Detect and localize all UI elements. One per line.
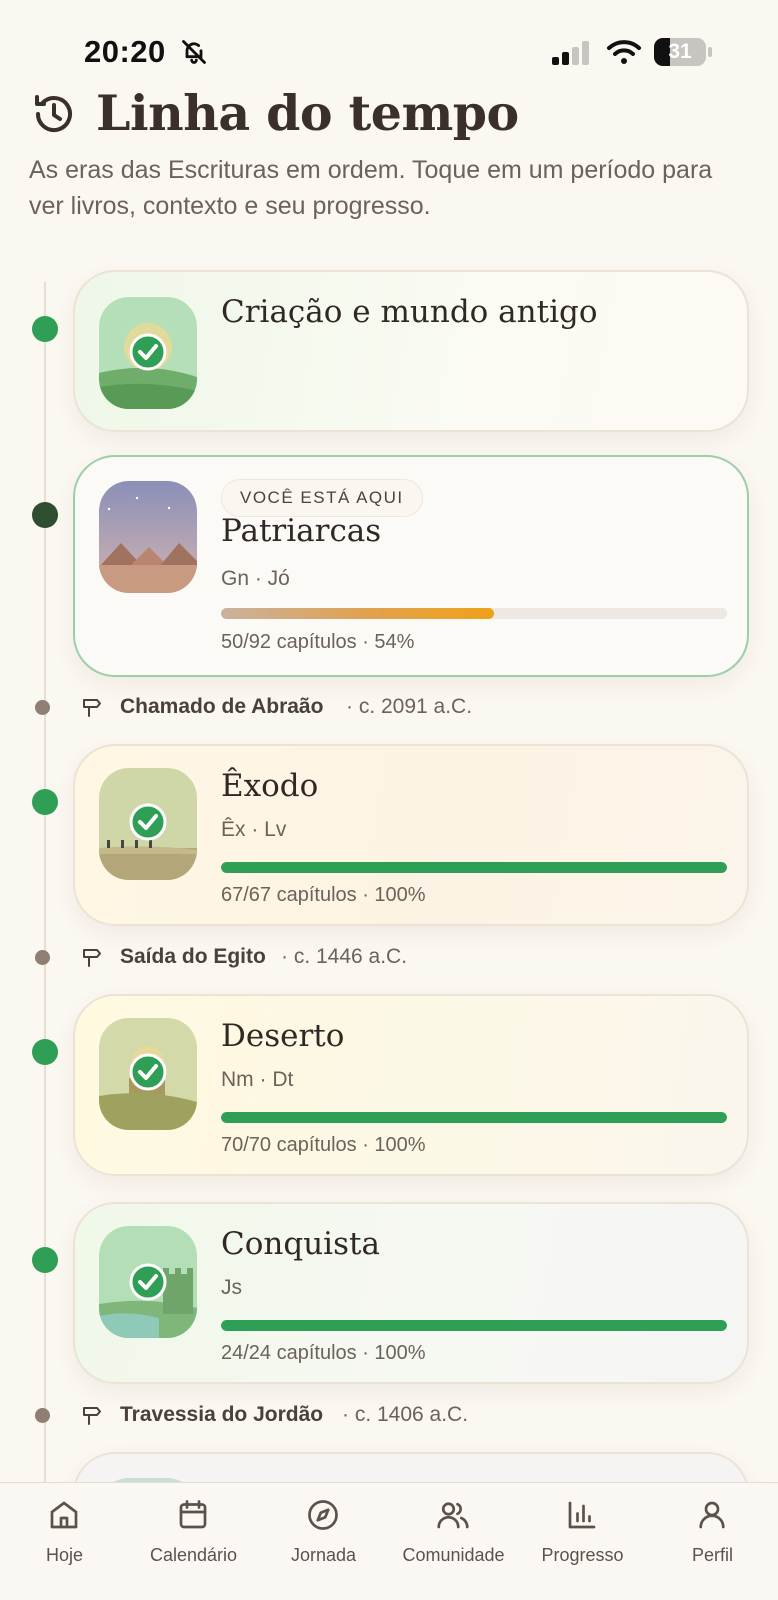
user-icon: [699, 1501, 725, 1529]
users-icon: [437, 1502, 469, 1529]
timeline-dot-completed: [32, 1247, 58, 1273]
nav-label: Progresso: [541, 1545, 624, 1565]
progress-text: 67/67 capítulos · 100%: [221, 884, 426, 906]
milestone-date: · c. 1406 a.C.: [342, 1403, 469, 1426]
progress-text: 50/92 capítulos · 54%: [221, 631, 415, 653]
milestone-date: · c. 2091 a.C.: [346, 695, 473, 718]
progress-fill: [221, 862, 727, 873]
bell-off-icon: [182, 40, 206, 64]
nav-label: Comunidade: [402, 1545, 505, 1565]
bottom-nav: Hoje Calendário Jornada Comunidade Progr…: [0, 1482, 778, 1600]
timeline-dot-completed: [32, 316, 58, 342]
battery-icon: 31: [654, 38, 712, 66]
period-card-exodo[interactable]: Êxodo Êx · Lv 67/67 capítulos · 100%: [73, 744, 749, 926]
nav-label: Hoje: [45, 1545, 84, 1565]
milestone: Travessia do Jordão · c. 1406 a.C.: [0, 1400, 778, 1430]
progress-bar: [221, 608, 727, 619]
wifi-icon: [607, 40, 641, 64]
period-card-criacao[interactable]: Criação e mundo antigo: [73, 270, 749, 432]
milestone-name: Saída do Egito: [120, 945, 266, 968]
period-card-patriarcas[interactable]: VOCÊ ESTÁ AQUI Patriarcas Gn · Jó 50/92 …: [73, 455, 749, 677]
period-title: Conquista: [221, 1226, 380, 1262]
period-card-deserto[interactable]: Deserto Nm · Dt 70/70 capítulos · 100%: [73, 994, 749, 1176]
progress-fill: [221, 1112, 727, 1123]
period-books: Êx · Lv: [221, 818, 287, 841]
milestone-date: · c. 1446 a.C.: [281, 945, 408, 968]
progress-fill: [221, 1320, 727, 1331]
bar-chart-icon: [568, 1501, 596, 1529]
compass-icon: [308, 1500, 338, 1530]
period-books: Js: [221, 1276, 242, 1299]
timeline-dot-completed: [32, 1039, 58, 1065]
nav-label: Calendário: [149, 1545, 238, 1565]
period-illustration: [99, 1018, 197, 1130]
timeline-dot-current: [32, 502, 58, 528]
milestone: Chamado de Abraão · c. 2091 a.C.: [0, 692, 778, 722]
nav-item-progresso[interactable]: Progresso: [518, 1483, 647, 1600]
period-title: Patriarcas: [221, 513, 382, 549]
home-icon: [50, 1501, 78, 1529]
period-illustration: [99, 481, 197, 593]
nav-label: Perfil: [691, 1545, 733, 1565]
status-time: 20:20: [84, 34, 166, 69]
period-illustration: [99, 768, 197, 880]
progress-bar: [221, 1112, 727, 1123]
nav-label: Jornada: [290, 1545, 357, 1565]
progress-bar: [221, 1320, 727, 1331]
history-icon: [35, 95, 72, 132]
calendar-icon: [179, 1500, 207, 1529]
signpost-icon: [83, 1407, 101, 1425]
progress-fill: [221, 608, 495, 619]
progress-text: 24/24 capítulos · 100%: [221, 1342, 426, 1364]
period-card-conquista[interactable]: Conquista Js 24/24 capítulos · 100%: [73, 1202, 749, 1384]
signal-icon: [552, 41, 589, 65]
period-books: Gn · Jó: [221, 567, 290, 590]
progress-text: 70/70 capítulos · 100%: [221, 1134, 426, 1156]
period-illustration: [99, 1226, 197, 1338]
timeline-dot-completed: [32, 789, 58, 815]
period-books: Nm · Dt: [221, 1068, 294, 1091]
milestone-name: Chamado de Abraão: [120, 695, 324, 718]
battery-level: 31: [668, 40, 692, 63]
nav-item-comunidade[interactable]: Comunidade: [389, 1483, 518, 1600]
current-period-badge: VOCÊ ESTÁ AQUI: [221, 479, 423, 517]
period-title: Deserto: [221, 1018, 345, 1054]
page-subtitle: As eras das Escrituras em ordem. Toque e…: [29, 156, 713, 220]
status-bar: 20:20 31: [0, 0, 778, 90]
milestone-name: Travessia do Jordão: [120, 1403, 324, 1426]
period-title: Êxodo: [221, 768, 319, 804]
nav-item-jornada[interactable]: Jornada: [259, 1483, 388, 1600]
signpost-icon: [83, 699, 101, 717]
period-title: Criação e mundo antigo: [221, 294, 598, 330]
signpost-icon: [83, 949, 101, 967]
page-title: Linha do tempo: [96, 84, 519, 142]
nav-item-hoje[interactable]: Hoje: [0, 1483, 129, 1600]
nav-item-calendario[interactable]: Calendário: [129, 1483, 258, 1600]
timeline-line: [44, 282, 46, 1482]
nav-item-perfil[interactable]: Perfil: [648, 1483, 777, 1600]
milestone: Saída do Egito · c. 1446 a.C.: [0, 942, 778, 972]
progress-bar: [221, 862, 727, 873]
period-illustration: [99, 297, 197, 409]
